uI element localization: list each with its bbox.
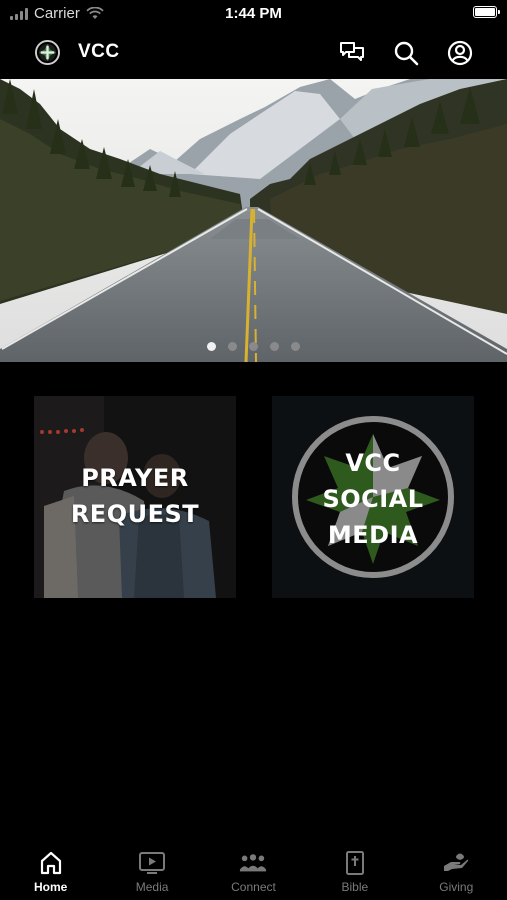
status-time: 1:44 PM — [225, 5, 282, 22]
prayer-line-1: PRAYER — [81, 464, 189, 492]
nav-item-media[interactable]: Media — [101, 840, 202, 900]
carousel-dot[interactable] — [270, 342, 279, 351]
tv-play-icon — [138, 850, 166, 876]
carousel-dot[interactable] — [228, 342, 237, 351]
nav-item-home[interactable]: Home — [0, 840, 101, 900]
nav-label-connect: Connect — [231, 880, 276, 894]
carousel-dot[interactable] — [207, 342, 216, 351]
battery-icon — [473, 6, 500, 18]
social-line-1: VCC — [345, 449, 401, 477]
bible-icon — [341, 850, 369, 876]
carousel-dots — [0, 342, 507, 351]
bottom-nav: Home Media Connect Bible Giving — [0, 840, 507, 900]
prayer-request-label: PRAYER REQUEST — [34, 460, 236, 532]
hero-image-mountain-road — [0, 79, 507, 362]
carousel-dot[interactable] — [291, 342, 300, 351]
prayer-line-2: REQUEST — [70, 500, 200, 528]
nav-label-giving: Giving — [439, 880, 474, 894]
vcc-social-media-label: VCC SOCIAL MEDIA — [272, 445, 474, 553]
social-line-2: SOCIAL — [322, 485, 424, 513]
home-icon — [37, 850, 65, 876]
vcc-social-media-tile[interactable]: VCC SOCIAL MEDIA — [272, 396, 474, 598]
chat-icon[interactable] — [337, 38, 367, 68]
nav-item-giving[interactable]: Giving — [406, 840, 507, 900]
nav-label-bible: Bible — [341, 880, 369, 894]
social-line-3: MEDIA — [327, 521, 419, 549]
search-icon[interactable] — [391, 38, 421, 68]
group-icon — [239, 850, 267, 876]
nav-label-media: Media — [135, 880, 169, 894]
vcc-logo-icon[interactable] — [35, 40, 60, 65]
account-icon[interactable] — [445, 38, 475, 68]
hero-carousel[interactable] — [0, 79, 507, 362]
app-header: VCC — [0, 28, 507, 78]
giving-hand-icon — [442, 850, 470, 876]
app-title: VCC — [78, 41, 120, 62]
prayer-request-tile[interactable]: PRAYER REQUEST — [34, 396, 236, 598]
nav-item-connect[interactable]: Connect — [203, 840, 304, 900]
nav-label-home: Home — [34, 880, 68, 894]
status-bar: Carrier 1:44 PM — [0, 0, 507, 28]
carousel-dot[interactable] — [249, 342, 258, 351]
nav-item-bible[interactable]: Bible — [304, 840, 405, 900]
